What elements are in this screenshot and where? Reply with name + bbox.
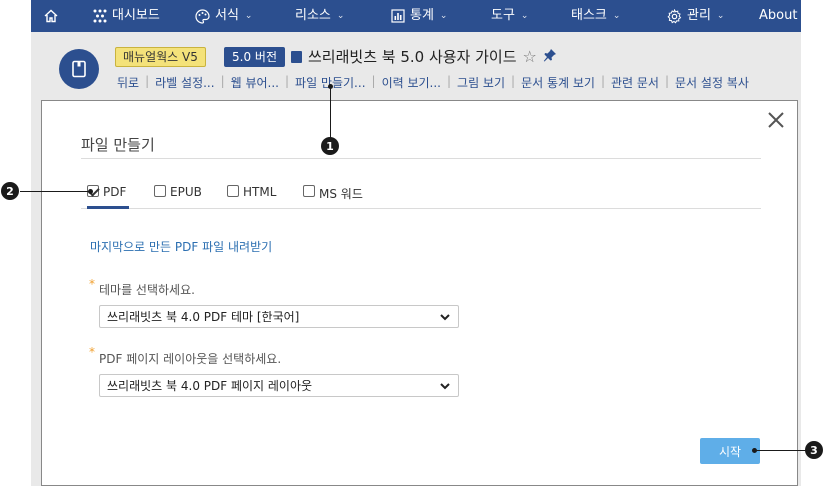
book-icon [59, 49, 99, 89]
version-badge: 5.0 버전 [224, 47, 285, 67]
start-button[interactable]: 시작 [700, 438, 760, 464]
separator: | [600, 74, 605, 88]
gear-icon [667, 8, 682, 23]
product-badge: 매뉴얼웍스 V5 [115, 47, 206, 67]
separator: | [145, 74, 150, 88]
chevron-down-icon: ⌄ [612, 11, 621, 21]
callout-leader-line [330, 86, 331, 140]
chevron-down-icon [440, 314, 450, 321]
nav-about[interactable]: About [759, 0, 797, 32]
callout-3: 3 [805, 441, 823, 459]
top-navigation: 대시보드 서식 ⌄ 리소스 ⌄ 통계 ⌄ 도구 ⌄ 태스크 ⌄ 관리 ⌄ Abo… [31, 0, 801, 32]
action-web-viewer[interactable]: 웹 뷰어... [231, 74, 279, 91]
close-icon[interactable] [765, 109, 787, 131]
nav-tools[interactable]: 도구 ⌄ [491, 0, 528, 32]
checkbox-icon[interactable] [227, 185, 239, 197]
layout-select[interactable]: 쓰리래빗츠 북 4.0 PDF 페이지 레이아웃 [99, 374, 459, 397]
checkbox-icon[interactable] [303, 185, 315, 197]
separator: | [446, 74, 452, 88]
action-related-docs[interactable]: 관련 문서 [611, 74, 659, 91]
nav-label: 서식 [215, 8, 239, 23]
nav-label: 통계 [410, 8, 434, 23]
dialog-title: 파일 만들기 [81, 136, 155, 154]
document-title: 쓰리래빗츠 북 5.0 사용자 가이드 ☆ [291, 46, 557, 67]
tab-label: PDF [103, 185, 127, 199]
action-doc-stats[interactable]: 문서 통계 보기 [521, 74, 595, 91]
document-action-bar: 뒤로 | 라벨 설정... | 웹 뷰어... | 파일 만들기... | 이력 보기.… [117, 74, 749, 91]
separator: | [664, 74, 670, 88]
tab-html[interactable]: HTML [227, 183, 276, 209]
tab-ms-word[interactable]: MS 워드 [303, 183, 363, 209]
action-view-images[interactable]: 그림 보기 [457, 74, 505, 91]
theme-select-value: 쓰리래빗츠 북 4.0 PDF 테마 [한국어] [107, 310, 300, 324]
action-label-settings[interactable]: 라벨 설정... [155, 74, 214, 91]
chevron-down-icon: ⌄ [520, 11, 529, 21]
nav-dashboard[interactable]: 대시보드 [93, 0, 160, 32]
callout-leader-dot [328, 84, 333, 89]
nav-tasks[interactable]: 태스크 ⌄ [571, 0, 620, 32]
nav-resources[interactable]: 리소스 ⌄ [295, 0, 344, 32]
chart-icon [391, 9, 405, 23]
nav-label: 관리 [687, 8, 711, 23]
nav-stats[interactable]: 통계 ⌄ [391, 0, 447, 32]
action-copy-doc-settings[interactable]: 문서 설정 복사 [675, 74, 749, 91]
nav-label: 도구 [491, 8, 515, 23]
nav-label: 태스크 [571, 8, 607, 23]
separator: | [511, 74, 516, 88]
tab-label: HTML [243, 185, 277, 199]
theme-label: 테마를 선택하세요. [99, 283, 195, 297]
pin-icon[interactable] [543, 48, 557, 66]
required-mark: * [89, 277, 95, 291]
theme-select[interactable]: 쓰리래빗츠 북 4.0 PDF 테마 [한국어] [99, 305, 459, 328]
chevron-down-icon: ⌄ [439, 11, 448, 21]
book-mini-icon [291, 50, 302, 63]
chevron-down-icon: ⌄ [336, 11, 345, 21]
checkbox-icon[interactable] [154, 185, 166, 197]
nav-label: About [759, 8, 798, 23]
layout-select-value: 쓰리래빗츠 북 4.0 PDF 페이지 레이아웃 [107, 379, 313, 393]
chevron-down-icon: ⌄ [716, 11, 725, 21]
document-header: 매뉴얼웍스 V5 5.0 버전 쓰리래빗츠 북 5.0 사용자 가이드 ☆ 뒤로… [31, 32, 801, 94]
chevron-down-icon: ⌄ [244, 11, 253, 21]
required-mark: * [89, 345, 95, 359]
home-icon[interactable] [43, 0, 64, 32]
format-tabs: PDF EPUB HTML MS 워드 [81, 183, 761, 209]
nav-admin[interactable]: 관리 ⌄ [667, 0, 724, 32]
divider [81, 158, 761, 159]
tab-pdf[interactable]: PDF [87, 183, 129, 209]
separator: | [285, 74, 290, 88]
download-last-pdf-link[interactable]: 마지막으로 만든 PDF 파일 내려받기 [90, 238, 272, 255]
star-icon[interactable]: ☆ [523, 47, 537, 66]
palette-icon [195, 8, 210, 24]
nav-label: 리소스 [295, 8, 331, 23]
separator: | [371, 74, 376, 88]
nav-format[interactable]: 서식 ⌄ [195, 0, 252, 32]
callout-leader-line [20, 191, 90, 192]
callout-leader-dot [752, 448, 757, 453]
action-view-history[interactable]: 이력 보기... [382, 74, 441, 91]
callout-leader-dot [88, 189, 93, 194]
layout-label: PDF 페이지 레이아웃을 선택하세요. [99, 352, 282, 366]
dashboard-icon [93, 9, 107, 23]
action-back[interactable]: 뒤로 [117, 74, 139, 91]
app-window: 대시보드 서식 ⌄ 리소스 ⌄ 통계 ⌄ 도구 ⌄ 태스크 ⌄ 관리 ⌄ Abo… [31, 0, 801, 486]
callout-leader-line [754, 450, 806, 451]
tab-label: MS 워드 [319, 187, 363, 201]
callout-1: 1 [321, 137, 339, 155]
create-file-dialog: 파일 만들기 PDF EPUB HTML MS 워드 마지막으로 만든 PDF … [41, 100, 798, 486]
callout-2: 2 [1, 182, 19, 200]
chevron-down-icon [440, 383, 450, 390]
tab-epub[interactable]: EPUB [154, 183, 202, 209]
separator: | [220, 74, 225, 88]
nav-label: 대시보드 [112, 8, 160, 23]
document-title-text: 쓰리래빗츠 북 5.0 사용자 가이드 [308, 48, 517, 66]
tab-label: EPUB [170, 185, 202, 199]
